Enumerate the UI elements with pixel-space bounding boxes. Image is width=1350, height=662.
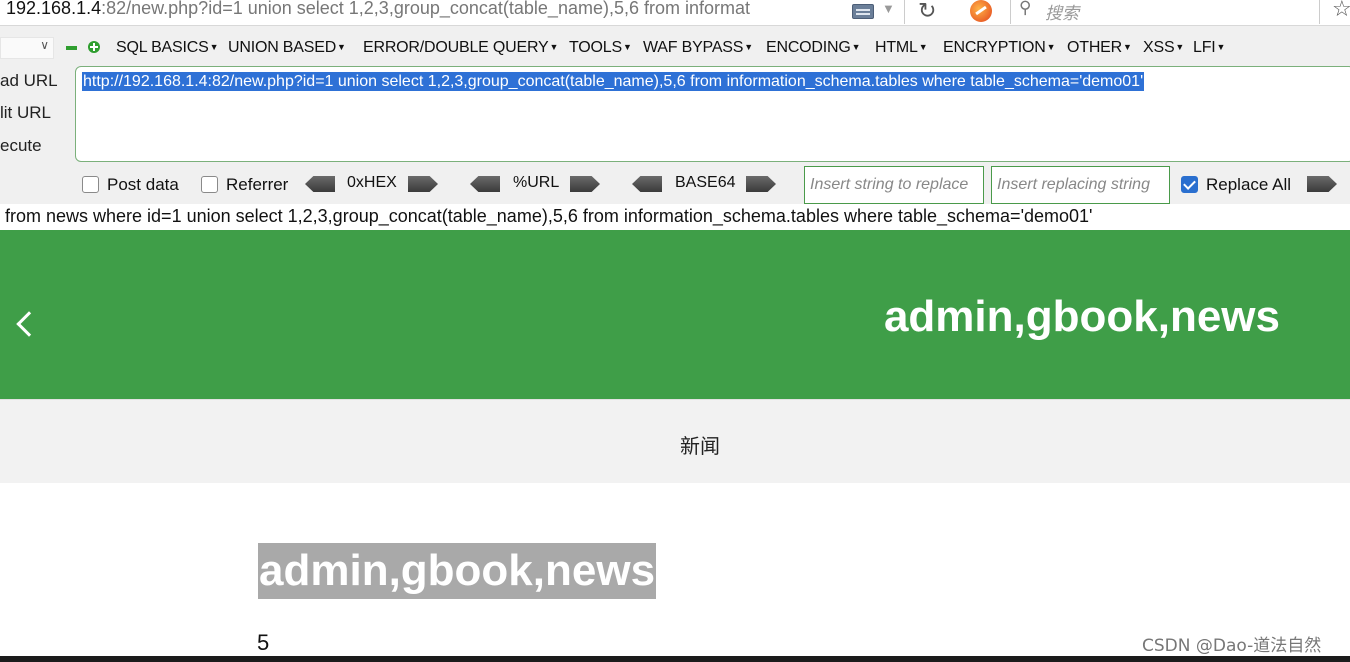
menu-sql-basics[interactable]: SQL BASICS▼ bbox=[116, 39, 218, 57]
bookmark-star-icon[interactable]: ☆ bbox=[1332, 0, 1350, 22]
url-encoding-label: %URL bbox=[513, 174, 560, 191]
replace-from-placeholder: Insert string to replace bbox=[810, 176, 969, 193]
hex-encode-arrow-icon[interactable] bbox=[408, 176, 438, 192]
menu-error-double-query[interactable]: ERROR/DOUBLE QUERY▼ bbox=[363, 39, 558, 57]
sql-echo-text: from news where id=1 union select 1,2,3,… bbox=[5, 206, 1093, 226]
sql-echo-line: from news where id=1 union select 1,2,3,… bbox=[0, 204, 1350, 230]
nav-item-news[interactable]: 新闻 bbox=[680, 430, 720, 459]
content-title: admin,gbook,news bbox=[258, 543, 657, 599]
url-field[interactable]: 192.168.1.4:82/new.php?id=1 union select… bbox=[0, 0, 905, 24]
menu-label: UNION BASED bbox=[228, 39, 337, 56]
split-url-button[interactable]: lit URL bbox=[0, 103, 51, 123]
post-data-checkbox[interactable] bbox=[82, 176, 99, 193]
reload-icon[interactable]: ↻ bbox=[918, 0, 936, 24]
url-host: 192.168.1.4 bbox=[6, 0, 102, 18]
url-text: 192.168.1.4:82/new.php?id=1 union select… bbox=[6, 0, 750, 19]
base64-label: BASE64 bbox=[675, 174, 736, 191]
banner-title: admin,gbook,news bbox=[883, 292, 1280, 341]
replace-all-label: Replace All bbox=[1206, 175, 1292, 194]
url-encode-arrow-icon[interactable] bbox=[570, 176, 600, 192]
decrease-icon[interactable] bbox=[66, 46, 77, 50]
replace-all-checkbox[interactable] bbox=[1181, 176, 1198, 193]
hex-label: 0xHEX bbox=[347, 174, 397, 191]
referrer-checkbox[interactable] bbox=[201, 176, 218, 193]
menu-label: TOOLS bbox=[569, 39, 622, 56]
search-icon: ⚲ bbox=[1019, 0, 1032, 17]
firefox-icon[interactable] bbox=[970, 0, 992, 22]
load-url-button[interactable]: ad URL bbox=[0, 71, 58, 91]
menu-label: ERROR/DOUBLE QUERY bbox=[363, 39, 549, 56]
replace-to-input[interactable]: Insert replacing string bbox=[991, 166, 1170, 204]
menu-label: LFI bbox=[1193, 39, 1216, 56]
url-path: :82/new.php?id=1 union select 1,2,3,grou… bbox=[101, 0, 751, 18]
base64-encode-arrow-icon[interactable] bbox=[746, 176, 776, 192]
search-input[interactable]: ⚲ 搜索 bbox=[1010, 0, 1320, 24]
menu-label: ENCRYPTION bbox=[943, 39, 1046, 56]
menu-other[interactable]: OTHER▼ bbox=[1067, 39, 1132, 57]
chevron-down-icon: ∨ bbox=[40, 38, 49, 52]
menu-label: ENCODING bbox=[766, 39, 851, 56]
address-bar-row: 192.168.1.4:82/new.php?id=1 union select… bbox=[0, 0, 1350, 26]
menu-encoding[interactable]: ENCODING▼ bbox=[766, 39, 861, 57]
hackbar-panel: ∨ SQL BASICS▼ UNION BASED▼ ERROR/DOUBLE … bbox=[0, 26, 1350, 230]
replace-arrow-icon[interactable] bbox=[1307, 176, 1337, 192]
nav-bar: 新闻 bbox=[0, 399, 1350, 483]
hex-decode-arrow-icon[interactable] bbox=[305, 176, 335, 192]
referrer-label: Referrer bbox=[226, 175, 289, 194]
replace-from-input[interactable]: Insert string to replace bbox=[804, 166, 984, 204]
url-decode-arrow-icon[interactable] bbox=[470, 176, 500, 192]
menu-label: OTHER bbox=[1067, 39, 1123, 56]
menu-encryption[interactable]: ENCRYPTION▼ bbox=[943, 39, 1056, 57]
menu-html[interactable]: HTML▼ bbox=[875, 39, 928, 57]
menu-waf-bypass[interactable]: WAF BYPASS▼ bbox=[643, 39, 753, 57]
back-arrow-icon[interactable] bbox=[16, 311, 42, 337]
menu-label: HTML bbox=[875, 39, 918, 56]
chevron-down-icon[interactable]: ▼ bbox=[882, 1, 895, 16]
execute-button[interactable]: ecute bbox=[0, 136, 42, 156]
menu-tools[interactable]: TOOLS▼ bbox=[569, 39, 632, 57]
menu-label: XSS bbox=[1143, 39, 1175, 56]
content-number: 5 bbox=[257, 630, 270, 655]
bottom-bar bbox=[0, 656, 1350, 662]
replace-to-placeholder: Insert replacing string bbox=[997, 176, 1150, 193]
hackbar-dropdown[interactable]: ∨ bbox=[0, 37, 54, 59]
post-data-label: Post data bbox=[107, 175, 179, 194]
search-placeholder: 搜索 bbox=[1045, 4, 1079, 23]
increase-icon[interactable] bbox=[88, 41, 100, 53]
page-info-icon[interactable] bbox=[852, 4, 874, 19]
hackbar-url-textarea[interactable]: http://192.168.1.4:82/new.php?id=1 union… bbox=[75, 66, 1350, 162]
menu-label: WAF BYPASS bbox=[643, 39, 744, 56]
selected-url-text: http://192.168.1.4:82/new.php?id=1 union… bbox=[82, 72, 1145, 91]
watermark: CSDN @Dao-道法自然 bbox=[1142, 636, 1322, 656]
menu-union-based[interactable]: UNION BASED▼ bbox=[228, 39, 346, 57]
page-banner: admin,gbook,news bbox=[0, 230, 1350, 399]
menu-lfi[interactable]: LFI▼ bbox=[1193, 39, 1225, 57]
menu-label: SQL BASICS bbox=[116, 39, 209, 56]
menu-xss[interactable]: XSS▼ bbox=[1143, 39, 1184, 57]
base64-decode-arrow-icon[interactable] bbox=[632, 176, 662, 192]
